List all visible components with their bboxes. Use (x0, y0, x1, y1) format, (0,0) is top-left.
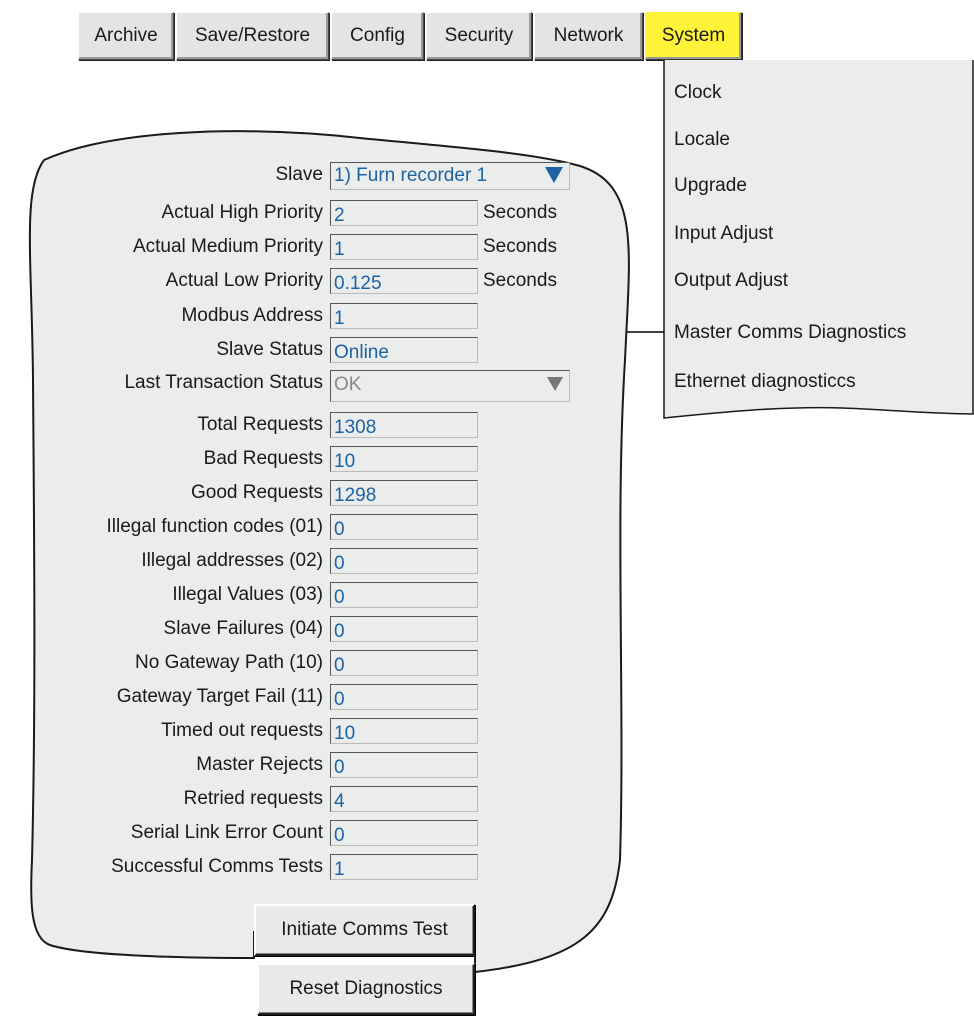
actual-low-field[interactable]: 0.125 (330, 268, 478, 294)
slave-label: Slave (275, 164, 323, 185)
total-requests-field: 1308 (330, 412, 478, 438)
serial-link-row: Serial Link Error Count 0 (0, 820, 620, 846)
illegal-addresses-field: 0 (330, 548, 478, 574)
retried-label: Retried requests (183, 788, 323, 809)
slave-status-label: Slave Status (216, 339, 323, 360)
retried-row: Retried requests 4 (0, 786, 620, 812)
slave-failures-row: Slave Failures (04) 0 (0, 616, 620, 642)
serial-link-field: 0 (330, 820, 478, 846)
actual-high-row: Actual High Priority 2 Seconds (0, 200, 620, 226)
total-requests-label: Total Requests (197, 414, 323, 435)
serial-link-label: Serial Link Error Count (130, 822, 323, 843)
actual-high-field[interactable]: 2 (330, 200, 478, 226)
total-requests-row: Total Requests 1308 (0, 412, 620, 438)
illegal-function-field: 0 (330, 514, 478, 540)
system-dropdown-menu: Clock Locale Upgrade Input Adjust Output… (663, 60, 974, 420)
tab-network[interactable]: Network (534, 12, 643, 60)
menu-item-clock[interactable]: Clock (674, 82, 722, 104)
tab-save-restore[interactable]: Save/Restore (176, 12, 329, 60)
timed-out-field: 10 (330, 718, 478, 744)
actual-medium-unit: Seconds (483, 236, 557, 257)
last-transaction-value: OK (334, 374, 362, 395)
actual-medium-field[interactable]: 1 (330, 234, 478, 260)
bad-requests-label: Bad Requests (203, 448, 323, 469)
illegal-addresses-row: Illegal addresses (02) 0 (0, 548, 620, 574)
illegal-addresses-label: Illegal addresses (02) (141, 550, 323, 571)
slave-value: 1) Furn recorder 1 (334, 165, 488, 186)
last-transaction-select[interactable]: OK (330, 370, 570, 402)
last-transaction-row: Last Transaction Status OK (0, 370, 620, 402)
slave-status-row: Slave Status Online (0, 337, 620, 363)
master-rejects-label: Master Rejects (196, 754, 323, 775)
master-rejects-field: 0 (330, 752, 478, 778)
actual-high-label: Actual High Priority (161, 202, 323, 223)
good-requests-row: Good Requests 1298 (0, 480, 620, 506)
successful-tests-row: Successful Comms Tests 1 (0, 854, 620, 880)
retried-field: 4 (330, 786, 478, 812)
menu-item-master-comms-diagnostics[interactable]: Master Comms Diagnostics (674, 322, 906, 344)
gateway-target-field: 0 (330, 684, 478, 710)
timed-out-label: Timed out requests (161, 720, 323, 741)
successful-tests-field: 1 (330, 854, 478, 880)
tab-system[interactable]: System (645, 12, 742, 60)
modbus-address-row: Modbus Address 1 (0, 303, 620, 329)
slave-failures-field: 0 (330, 616, 478, 642)
slave-row: Slave 1) Furn recorder 1 (0, 162, 620, 190)
illegal-values-field: 0 (330, 582, 478, 608)
initiate-comms-test-button[interactable]: Initiate Comms Test (254, 904, 475, 956)
reset-diagnostics-button[interactable]: Reset Diagnostics (257, 963, 475, 1015)
master-rejects-row: Master Rejects 0 (0, 752, 620, 778)
modbus-address-label: Modbus Address (181, 305, 323, 326)
tab-config[interactable]: Config (331, 12, 424, 60)
illegal-function-label: Illegal function codes (01) (106, 516, 323, 537)
modbus-address-field[interactable]: 1 (330, 303, 478, 329)
good-requests-label: Good Requests (190, 482, 323, 503)
no-gateway-row: No Gateway Path (10) 0 (0, 650, 620, 676)
bad-requests-field: 10 (330, 446, 478, 472)
menu-item-output-adjust[interactable]: Output Adjust (674, 270, 788, 292)
actual-medium-label: Actual Medium Priority (132, 236, 323, 257)
good-requests-field: 1298 (330, 480, 478, 506)
no-gateway-field: 0 (330, 650, 478, 676)
tab-security[interactable]: Security (426, 12, 532, 60)
bad-requests-row: Bad Requests 10 (0, 446, 620, 472)
no-gateway-label: No Gateway Path (10) (135, 652, 323, 673)
slave-select[interactable]: 1) Furn recorder 1 (330, 162, 570, 190)
successful-tests-label: Successful Comms Tests (111, 856, 323, 877)
menu-item-ethernet-diagnostics[interactable]: Ethernet diagnosticcs (674, 371, 856, 393)
gateway-target-row: Gateway Target Fail (11) 0 (0, 684, 620, 710)
illegal-function-row: Illegal function codes (01) 0 (0, 514, 620, 540)
timed-out-row: Timed out requests 10 (0, 718, 620, 744)
menu-item-locale[interactable]: Locale (674, 129, 730, 151)
menu-item-upgrade[interactable]: Upgrade (674, 175, 747, 197)
tab-archive[interactable]: Archive (78, 12, 174, 60)
actual-low-label: Actual Low Priority (165, 270, 323, 291)
illegal-values-row: Illegal Values (03) 0 (0, 582, 620, 608)
actual-high-unit: Seconds (483, 202, 557, 223)
actual-medium-row: Actual Medium Priority 1 Seconds (0, 234, 620, 260)
dropdown-arrow-icon (547, 377, 563, 391)
menu-item-input-adjust[interactable]: Input Adjust (674, 223, 773, 245)
actual-low-unit: Seconds (483, 270, 557, 291)
slave-status-field: Online (330, 337, 478, 363)
last-transaction-label: Last Transaction Status (124, 372, 323, 393)
illegal-values-label: Illegal Values (03) (172, 584, 323, 605)
dropdown-arrow-icon (545, 167, 563, 183)
top-tab-bar: Archive Save/Restore Config Security Net… (78, 12, 744, 60)
slave-failures-label: Slave Failures (04) (163, 618, 323, 639)
actual-low-row: Actual Low Priority 0.125 Seconds (0, 268, 620, 294)
gateway-target-label: Gateway Target Fail (11) (116, 686, 323, 707)
